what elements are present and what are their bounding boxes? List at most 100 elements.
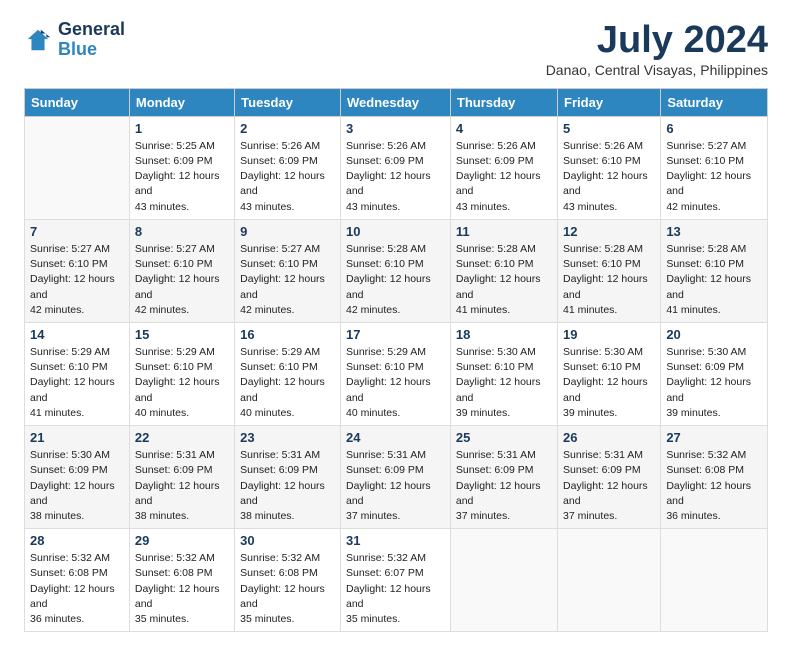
calendar-cell: 12Sunrise: 5:28 AMSunset: 6:10 PMDayligh… xyxy=(558,219,661,322)
day-number: 10 xyxy=(346,224,445,239)
day-number: 18 xyxy=(456,327,552,342)
cell-info: Sunrise: 5:28 AMSunset: 6:10 PMDaylight:… xyxy=(456,242,552,318)
weekday-header-tuesday: Tuesday xyxy=(235,88,341,116)
day-number: 3 xyxy=(346,121,445,136)
cell-info: Sunrise: 5:31 AMSunset: 6:09 PMDaylight:… xyxy=(346,448,445,524)
calendar-cell: 21 Sunrise: 5:30 AMSunset: 6:09 PMDayligh… xyxy=(25,426,130,529)
cell-info: Sunrise: 5:31 AMSunset: 6:09 PMDaylight:… xyxy=(135,448,229,524)
cell-info: Sunrise: 5:30 AMSunset: 6:09 PMDaylight:… xyxy=(30,448,124,524)
cell-info: Sunrise: 5:26 AMSunset: 6:10 PMDaylight:… xyxy=(563,139,655,215)
day-number: 23 xyxy=(240,430,335,445)
cell-info: Sunrise: 5:32 AMSunset: 6:08 PMDaylight:… xyxy=(666,448,762,524)
weekday-header-sunday: Sunday xyxy=(25,88,130,116)
main-title: July 2024 xyxy=(546,20,768,62)
cell-info: Sunrise: 5:29 AMSunset: 6:10 PMDaylight:… xyxy=(30,345,124,421)
cell-info: Sunrise: 5:32 AMSunset: 6:08 PMDaylight:… xyxy=(30,551,124,627)
cell-info: Sunrise: 5:28 AMSunset: 6:10 PMDaylight:… xyxy=(346,242,445,318)
cell-info: Sunrise: 5:31 AMSunset: 6:09 PMDaylight:… xyxy=(456,448,552,524)
cell-info: Sunrise: 5:27 AMSunset: 6:10 PMDaylight:… xyxy=(30,242,124,318)
weekday-header-friday: Friday xyxy=(558,88,661,116)
day-number: 4 xyxy=(456,121,552,136)
calendar-table: SundayMondayTuesdayWednesdayThursdayFrid… xyxy=(24,88,768,632)
calendar-cell: 14Sunrise: 5:29 AMSunset: 6:10 PMDayligh… xyxy=(25,322,130,425)
week-row-2: 7 Sunrise: 5:27 AMSunset: 6:10 PMDaylight… xyxy=(25,219,768,322)
cell-info: Sunrise: 5:30 AMSunset: 6:10 PMDaylight:… xyxy=(563,345,655,421)
calendar-cell: 30 Sunrise: 5:32 AMSunset: 6:08 PMDayligh… xyxy=(235,529,341,632)
calendar-cell: 28 Sunrise: 5:32 AMSunset: 6:08 PMDayligh… xyxy=(25,529,130,632)
page-header: General Blue July 2024 Danao, Central Vi… xyxy=(24,20,768,78)
title-block: July 2024 Danao, Central Visayas, Philip… xyxy=(546,20,768,78)
calendar-cell: 11 Sunrise: 5:28 AMSunset: 6:10 PMDayligh… xyxy=(450,219,557,322)
calendar-cell: 18 Sunrise: 5:30 AMSunset: 6:10 PMDayligh… xyxy=(450,322,557,425)
calendar-cell: 3Sunrise: 5:26 AMSunset: 6:09 PMDaylight… xyxy=(341,116,451,219)
day-number: 26 xyxy=(563,430,655,445)
day-number: 20 xyxy=(666,327,762,342)
cell-info: Sunrise: 5:27 AMSunset: 6:10 PMDaylight:… xyxy=(666,139,762,215)
logo-icon xyxy=(24,26,52,54)
cell-info: Sunrise: 5:32 AMSunset: 6:08 PMDaylight:… xyxy=(135,551,229,627)
day-number: 22 xyxy=(135,430,229,445)
cell-info: Sunrise: 5:31 AMSunset: 6:09 PMDaylight:… xyxy=(563,448,655,524)
day-number: 2 xyxy=(240,121,335,136)
day-number: 28 xyxy=(30,533,124,548)
day-number: 30 xyxy=(240,533,335,548)
calendar-cell: 31 Sunrise: 5:32 AMSunset: 6:07 PMDayligh… xyxy=(341,529,451,632)
weekday-header-wednesday: Wednesday xyxy=(341,88,451,116)
cell-info: Sunrise: 5:29 AMSunset: 6:10 PMDaylight:… xyxy=(240,345,335,421)
calendar-cell: 20Sunrise: 5:30 AMSunset: 6:09 PMDayligh… xyxy=(661,322,768,425)
week-row-5: 28 Sunrise: 5:32 AMSunset: 6:08 PMDayligh… xyxy=(25,529,768,632)
cell-info: Sunrise: 5:27 AMSunset: 6:10 PMDaylight:… xyxy=(135,242,229,318)
calendar-cell xyxy=(25,116,130,219)
cell-info: Sunrise: 5:32 AMSunset: 6:08 PMDaylight:… xyxy=(240,551,335,627)
day-number: 29 xyxy=(135,533,229,548)
day-number: 19 xyxy=(563,327,655,342)
calendar-cell: 29 Sunrise: 5:32 AMSunset: 6:08 PMDayligh… xyxy=(129,529,234,632)
day-number: 6 xyxy=(666,121,762,136)
calendar-cell: 23 Sunrise: 5:31 AMSunset: 6:09 PMDayligh… xyxy=(235,426,341,529)
calendar-cell: 27 Sunrise: 5:32 AMSunset: 6:08 PMDayligh… xyxy=(661,426,768,529)
calendar-cell: 9 Sunrise: 5:27 AMSunset: 6:10 PMDaylight… xyxy=(235,219,341,322)
cell-info: Sunrise: 5:32 AMSunset: 6:07 PMDaylight:… xyxy=(346,551,445,627)
cell-info: Sunrise: 5:26 AMSunset: 6:09 PMDaylight:… xyxy=(240,139,335,215)
cell-info: Sunrise: 5:25 AMSunset: 6:09 PMDaylight:… xyxy=(135,139,229,215)
weekday-header-row: SundayMondayTuesdayWednesdayThursdayFrid… xyxy=(25,88,768,116)
cell-info: Sunrise: 5:30 AMSunset: 6:10 PMDaylight:… xyxy=(456,345,552,421)
day-number: 13 xyxy=(666,224,762,239)
calendar-cell: 16 Sunrise: 5:29 AMSunset: 6:10 PMDayligh… xyxy=(235,322,341,425)
subtitle: Danao, Central Visayas, Philippines xyxy=(546,62,768,78)
calendar-cell: 8 Sunrise: 5:27 AMSunset: 6:10 PMDaylight… xyxy=(129,219,234,322)
cell-info: Sunrise: 5:28 AMSunset: 6:10 PMDaylight:… xyxy=(666,242,762,318)
day-number: 5 xyxy=(563,121,655,136)
calendar-cell: 1 Sunrise: 5:25 AMSunset: 6:09 PMDaylight… xyxy=(129,116,234,219)
day-number: 31 xyxy=(346,533,445,548)
calendar-cell: 2 Sunrise: 5:26 AMSunset: 6:09 PMDaylight… xyxy=(235,116,341,219)
cell-info: Sunrise: 5:29 AMSunset: 6:10 PMDaylight:… xyxy=(346,345,445,421)
weekday-header-saturday: Saturday xyxy=(661,88,768,116)
calendar-cell: 15Sunrise: 5:29 AMSunset: 6:10 PMDayligh… xyxy=(129,322,234,425)
week-row-1: 1 Sunrise: 5:25 AMSunset: 6:09 PMDaylight… xyxy=(25,116,768,219)
day-number: 25 xyxy=(456,430,552,445)
day-number: 15 xyxy=(135,327,229,342)
cell-info: Sunrise: 5:31 AMSunset: 6:09 PMDaylight:… xyxy=(240,448,335,524)
cell-info: Sunrise: 5:27 AMSunset: 6:10 PMDaylight:… xyxy=(240,242,335,318)
calendar-cell: 26 Sunrise: 5:31 AMSunset: 6:09 PMDayligh… xyxy=(558,426,661,529)
weekday-header-thursday: Thursday xyxy=(450,88,557,116)
day-number: 11 xyxy=(456,224,552,239)
day-number: 17 xyxy=(346,327,445,342)
calendar-cell: 24 Sunrise: 5:31 AMSunset: 6:09 PMDayligh… xyxy=(341,426,451,529)
calendar-cell: 22 Sunrise: 5:31 AMSunset: 6:09 PMDayligh… xyxy=(129,426,234,529)
calendar-cell: 4 Sunrise: 5:26 AMSunset: 6:09 PMDaylight… xyxy=(450,116,557,219)
day-number: 9 xyxy=(240,224,335,239)
logo-text: General Blue xyxy=(58,20,125,60)
cell-info: Sunrise: 5:28 AMSunset: 6:10 PMDaylight:… xyxy=(563,242,655,318)
calendar-cell: 10 Sunrise: 5:28 AMSunset: 6:10 PMDayligh… xyxy=(341,219,451,322)
day-number: 24 xyxy=(346,430,445,445)
calendar-cell: 7 Sunrise: 5:27 AMSunset: 6:10 PMDaylight… xyxy=(25,219,130,322)
cell-info: Sunrise: 5:26 AMSunset: 6:09 PMDaylight:… xyxy=(456,139,552,215)
day-number: 27 xyxy=(666,430,762,445)
day-number: 8 xyxy=(135,224,229,239)
day-number: 1 xyxy=(135,121,229,136)
day-number: 16 xyxy=(240,327,335,342)
day-number: 21 xyxy=(30,430,124,445)
day-number: 7 xyxy=(30,224,124,239)
